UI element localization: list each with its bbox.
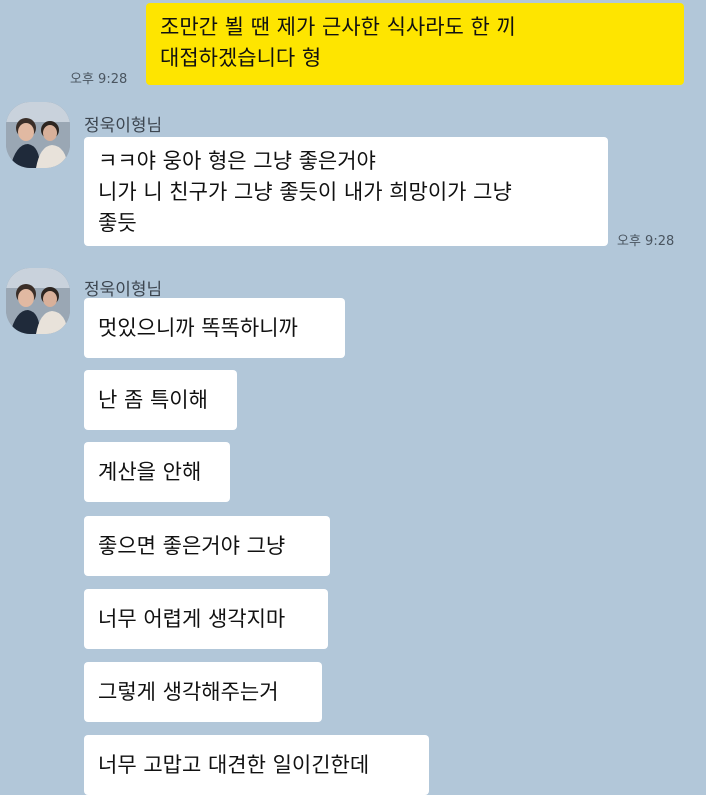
- received-message-bubble[interactable]: 그렇게 생각해주는거: [84, 662, 322, 722]
- received-message-bubble[interactable]: 계산을 안해: [84, 442, 230, 502]
- received-message-bubble[interactable]: ㅋㅋ야 웅아 형은 그냥 좋은거야 니가 니 친구가 그냥 좋듯이 내가 희망이…: [84, 137, 608, 246]
- message-time: 오후 9:28: [617, 234, 675, 249]
- my-message-bubble[interactable]: 조만간 뵐 땐 제가 근사한 식사라도 한 끼 대접하겠습니다 형: [146, 3, 684, 85]
- received-message-bubble[interactable]: 너무 어렵게 생각지마: [84, 589, 328, 649]
- profile-photo-icon: [6, 268, 70, 334]
- chat-room[interactable]: 오후 9:28 조만간 뵐 땐 제가 근사한 식사라도 한 끼 대접하겠습니다 …: [0, 0, 706, 795]
- received-message-bubble[interactable]: 난 좀 특이해: [84, 370, 237, 430]
- sender-name: 정욱이형님: [84, 116, 163, 136]
- received-message-bubble[interactable]: 너무 고맙고 대견한 일이긴한데: [84, 735, 429, 795]
- profile-photo-icon: [6, 102, 70, 168]
- avatar[interactable]: [6, 102, 70, 168]
- received-message-bubble[interactable]: 좋으면 좋은거야 그냥: [84, 516, 330, 576]
- received-message-bubble[interactable]: 멋있으니까 똑똑하니까: [84, 298, 345, 358]
- message-time: 오후 9:28: [70, 72, 128, 87]
- sender-name: 정욱이형님: [84, 280, 163, 300]
- avatar[interactable]: [6, 268, 70, 334]
